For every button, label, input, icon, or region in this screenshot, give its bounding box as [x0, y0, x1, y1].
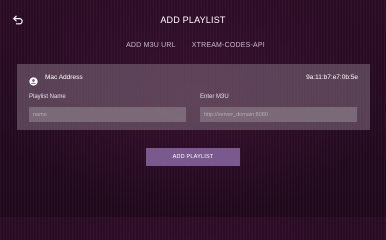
account-circle-icon	[29, 73, 38, 86]
tab-add-m3u-url[interactable]: ADD M3U URL	[121, 42, 176, 49]
add-playlist-button[interactable]: ADD PLAYLIST	[146, 148, 240, 166]
tab-xtream-codes-api[interactable]: XTREAM-CODES-API	[187, 42, 265, 49]
tab-bar: ADD M3U URL XTREAM-CODES-API	[0, 42, 386, 49]
playlist-name-label: Playlist Name	[29, 94, 66, 100]
page-title: ADD PLAYLIST	[160, 15, 226, 25]
mac-address-row: Mac Address 9a:11:b7:e7:0b:5e	[17, 72, 370, 86]
m3u-url-label: Enter M3U	[200, 94, 229, 100]
mac-address-value: 9a:11:b7:e7:0b:5e	[306, 74, 358, 81]
playlist-name-input[interactable]	[29, 107, 186, 122]
playlist-form-panel: Mac Address 9a:11:b7:e7:0b:5e Playlist N…	[17, 64, 370, 130]
m3u-url-input[interactable]	[200, 107, 357, 122]
mac-address-label: Mac Address	[45, 74, 83, 81]
